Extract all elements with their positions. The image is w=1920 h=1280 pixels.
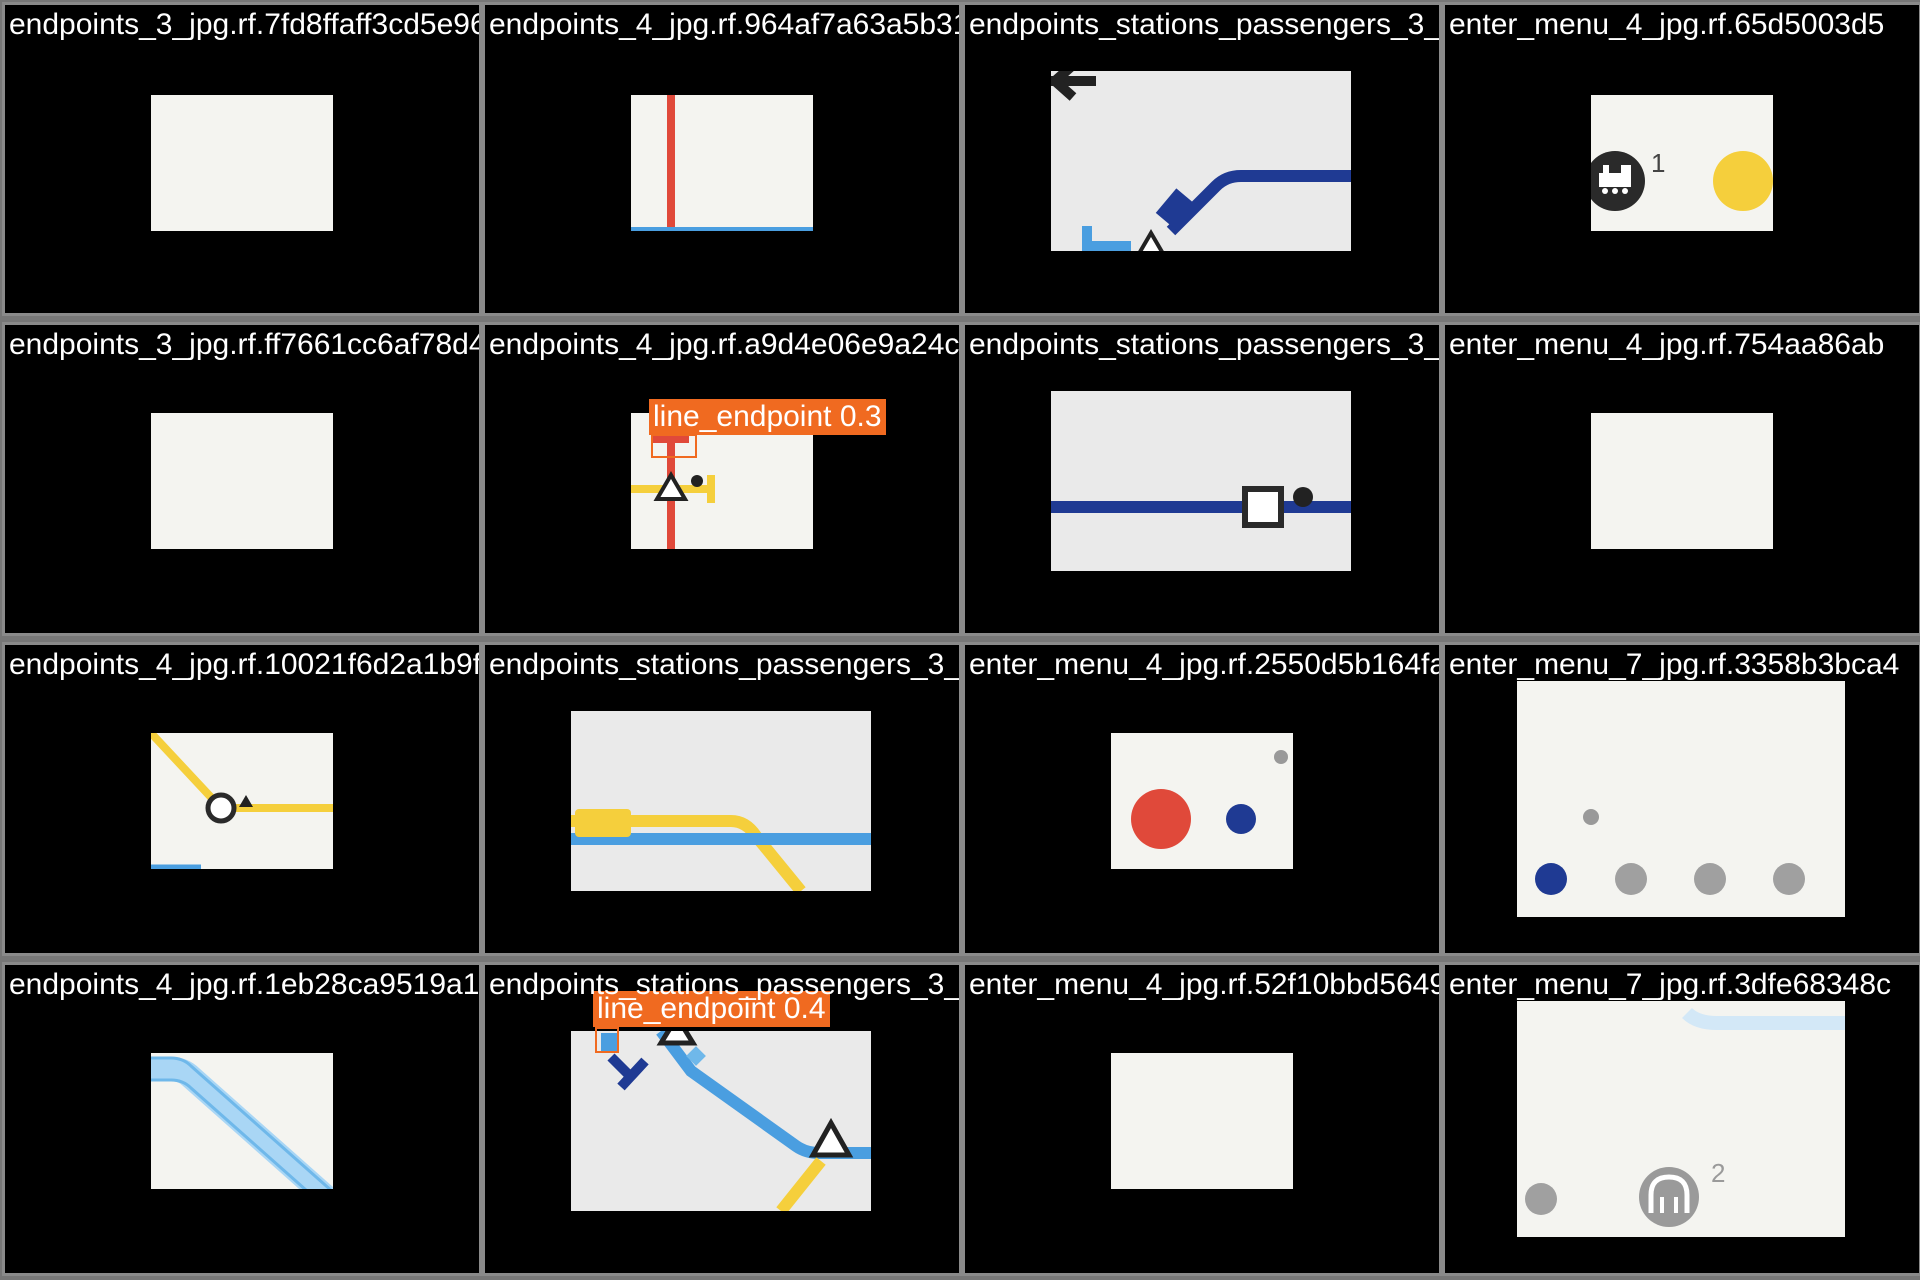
result-tile[interactable]: 2 enter_menu_7_jpg.rf.3dfe68348c	[1442, 962, 1920, 1276]
result-tile[interactable]: endpoints_stations_passengers_3_jpg.rf.a	[962, 322, 1442, 636]
menu-items	[1535, 809, 1805, 895]
detection-box	[651, 434, 697, 458]
tile-image	[151, 1053, 333, 1189]
tile-image	[571, 1031, 871, 1211]
detection-box	[595, 1027, 619, 1053]
tile-image	[1051, 71, 1351, 251]
menu-items	[1131, 750, 1288, 849]
metro-lines	[571, 809, 871, 891]
tile-filename: endpoints_stations_passengers_3_jpg.rf.1	[489, 968, 962, 1001]
result-tile[interactable]: endpoints_3_jpg.rf.ff7661cc6af78d489ab0	[2, 322, 482, 636]
tile-image	[1111, 1053, 1293, 1189]
metro-lines	[1051, 71, 1351, 251]
tile-filename: enter_menu_4_jpg.rf.52f10bbd5649a0b314	[969, 968, 1439, 1001]
result-tile[interactable]: 1 enter_menu_4_jpg.rf.65d5003d5	[1442, 2, 1920, 316]
tile-image	[1111, 733, 1293, 869]
result-tile[interactable]: enter_menu_7_jpg.rf.3358b3bca4	[1442, 642, 1920, 956]
tile-image: 2	[1517, 1001, 1845, 1237]
tile-filename: enter_menu_4_jpg.rf.2550d5b164fa9a0417	[969, 648, 1439, 681]
menu-items	[1591, 151, 1773, 211]
tile-filename: endpoints_4_jpg.rf.964af7a63a5b313d8827	[489, 8, 959, 41]
tile-filename: enter_menu_7_jpg.rf.3dfe68348c	[1449, 968, 1892, 1001]
result-tile[interactable]: endpoints_4_jpg.rf.1eb28ca9519a120602eb8	[2, 962, 482, 1276]
result-tile[interactable]: enter_menu_4_jpg.rf.52f10bbd5649a0b314	[962, 962, 1442, 1276]
tile-image	[631, 95, 813, 231]
metro-lines	[151, 1056, 333, 1189]
tile-filename: endpoints_4_jpg.rf.1eb28ca9519a120602eb8	[9, 968, 480, 1001]
result-tile[interactable]: endpoints_3_jpg.rf.7fd8ffaff3cd5e960b83	[2, 2, 482, 316]
result-tile[interactable]: endpoints_4_jpg.rf.964af7a63a5b313d8827	[482, 2, 962, 316]
tile-image	[151, 95, 333, 231]
metro-lines	[151, 733, 333, 869]
tile-filename: endpoints_4_jpg.rf.a9d4e06e9a24cd519b8d	[489, 328, 960, 361]
tile-filename: enter_menu_7_jpg.rf.3358b3bca4	[1449, 648, 1900, 681]
tile-image	[151, 413, 333, 549]
detection-results-grid: endpoints_3_jpg.rf.7fd8ffaff3cd5e960b83 …	[0, 0, 1920, 1280]
result-tile[interactable]: endpoints_stations_passengers_3_jpg.rf.0	[482, 642, 962, 956]
result-tile[interactable]: line_endpoint 0.3 endpoints_4_jpg.rf.a9d…	[482, 322, 962, 636]
tile-filename: endpoints_3_jpg.rf.ff7661cc6af78d489ab0	[9, 328, 482, 361]
tile-filename: endpoints_3_jpg.rf.7fd8ffaff3cd5e960b83	[9, 8, 479, 41]
locomotive-icon	[1591, 151, 1645, 211]
tile-filename: enter_menu_4_jpg.rf.754aa86ab	[1449, 328, 1885, 361]
tile-image	[1591, 413, 1773, 549]
result-tile[interactable]: enter_menu_4_jpg.rf.2550d5b164fa9a0417	[962, 642, 1442, 956]
detection-label: line_endpoint 0.3	[649, 399, 886, 435]
result-tile[interactable]: line_endpoint 0.4 endpoints_stations_pas…	[482, 962, 962, 1276]
metro-lines	[601, 1031, 871, 1211]
tile-filename: endpoints_stations_passengers_3_jpg.rf.0	[489, 648, 962, 681]
metro-lines	[1051, 486, 1351, 528]
result-tile[interactable]: enter_menu_4_jpg.rf.754aa86ab	[1442, 322, 1920, 636]
tunnel-icon	[1639, 1167, 1699, 1227]
result-tile[interactable]: endpoints_4_jpg.rf.10021f6d2a1b9f523a632	[2, 642, 482, 956]
tile-filename: endpoints_stations_passengers_3_jpg.rf.a	[969, 328, 1442, 361]
tile-image	[1517, 681, 1845, 917]
result-tile[interactable]: endpoints_stations_passengers_3_jpg.rf.4	[962, 2, 1442, 316]
tile-image: 1	[1591, 95, 1773, 231]
train-count: 1	[1651, 148, 1666, 178]
tile-filename: enter_menu_4_jpg.rf.65d5003d5	[1449, 8, 1885, 41]
tile-filename: endpoints_4_jpg.rf.10021f6d2a1b9f523a632	[9, 648, 482, 681]
metro-lines	[631, 95, 813, 231]
tile-filename: endpoints_stations_passengers_3_jpg.rf.4	[969, 8, 1442, 41]
tile-image	[1051, 391, 1351, 571]
tile-image	[151, 733, 333, 869]
tile-image	[571, 711, 871, 891]
tunnel-count: 2	[1711, 1158, 1726, 1188]
menu-items	[1525, 1007, 1845, 1227]
